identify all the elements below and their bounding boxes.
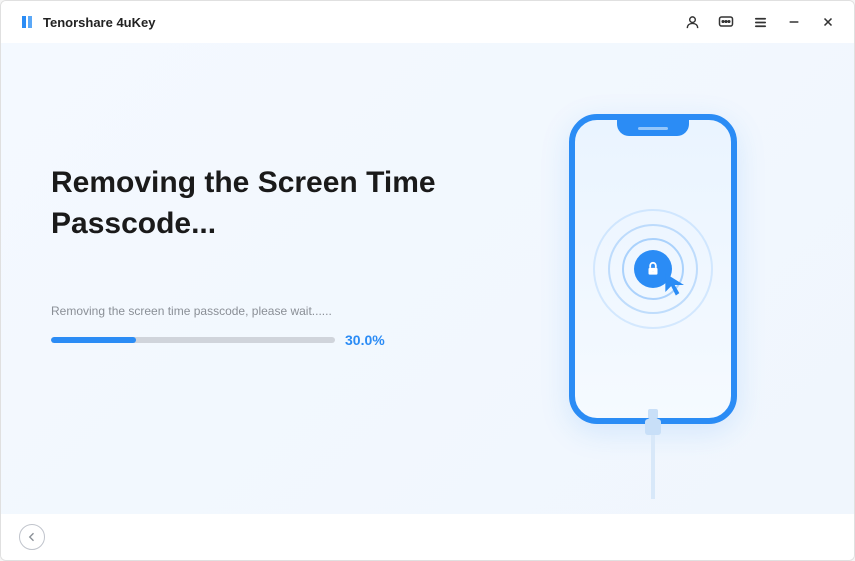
feedback-icon[interactable] [718, 14, 734, 30]
titlebar-right [684, 14, 836, 30]
phone-notch [617, 120, 689, 136]
phone-cable [638, 409, 668, 504]
progress-fill [51, 337, 136, 343]
progress-bar [51, 337, 335, 343]
main-heading: Removing the Screen Time Passcode... [51, 163, 453, 244]
right-panel [453, 43, 855, 514]
phone-screen [593, 209, 713, 329]
back-button[interactable] [19, 524, 45, 550]
status-text: Removing the screen time passcode, pleas… [51, 304, 453, 318]
content-area: Removing the Screen Time Passcode... Rem… [1, 43, 854, 514]
progress-row: 30.0% [51, 332, 453, 348]
app-title: Tenorshare 4uKey [43, 15, 155, 30]
close-icon[interactable] [820, 14, 836, 30]
cursor-icon [663, 271, 691, 304]
app-window: Tenorshare 4uKey [0, 0, 855, 561]
phone-body [569, 114, 737, 424]
app-logo-icon [19, 14, 35, 30]
titlebar-left: Tenorshare 4uKey [19, 14, 155, 30]
progress-percent-label: 30.0% [345, 332, 385, 348]
account-icon[interactable] [684, 14, 700, 30]
phone-speaker [638, 127, 668, 130]
titlebar: Tenorshare 4uKey [1, 1, 854, 43]
phone-illustration [569, 114, 737, 424]
footer [1, 514, 854, 560]
minimize-icon[interactable] [786, 14, 802, 30]
menu-icon[interactable] [752, 14, 768, 30]
left-panel: Removing the Screen Time Passcode... Rem… [1, 43, 453, 514]
